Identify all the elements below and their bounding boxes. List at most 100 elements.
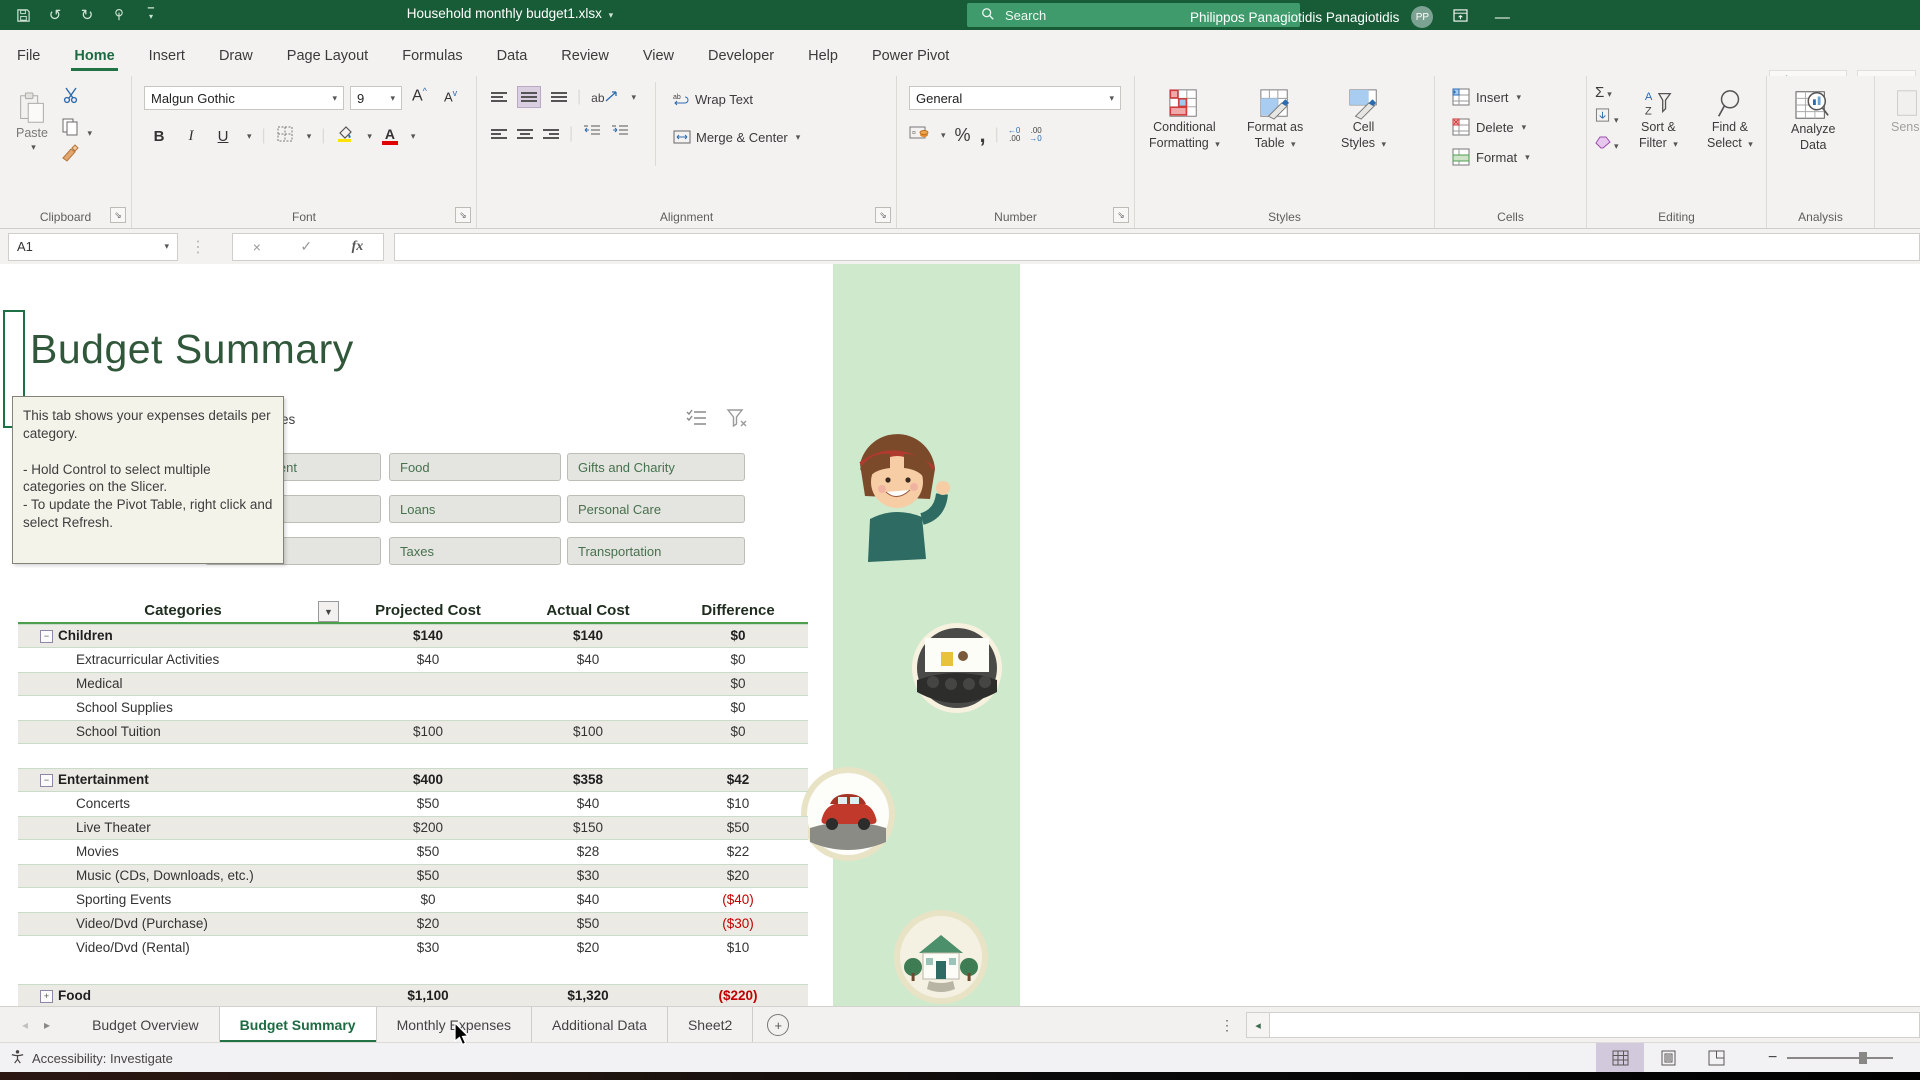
align-left-icon[interactable]: [491, 127, 507, 141]
delete-cells-button[interactable]: Delete▾: [1445, 114, 1532, 140]
decrease-font-button[interactable]: Av: [444, 88, 457, 104]
sheet-tab-sheet2[interactable]: Sheet2: [668, 1007, 753, 1043]
slicer-button-gifts-and-charity[interactable]: Gifts and Charity: [567, 453, 745, 481]
paste-button[interactable]: Paste ▾: [8, 84, 56, 153]
tab-insert[interactable]: Insert: [132, 48, 202, 76]
name-box[interactable]: A1▾: [8, 233, 178, 261]
horizontal-scrollbar[interactable]: ◂: [1246, 1012, 1920, 1038]
page-break-preview-button[interactable]: [1692, 1043, 1740, 1073]
increase-decimal-button[interactable]: ←0.00: [1008, 127, 1020, 143]
analyze-data-button[interactable]: Analyze Data: [1783, 80, 1843, 153]
slicer-clear-filter-icon[interactable]: [726, 408, 748, 433]
underline-button[interactable]: U: [212, 128, 234, 145]
tab-home[interactable]: Home: [57, 48, 131, 76]
alignment-dialog-launcher[interactable]: ⇘: [875, 207, 891, 223]
percent-style-button[interactable]: %: [955, 125, 971, 146]
tab-formulas[interactable]: Formulas: [385, 48, 479, 76]
formula-input[interactable]: [394, 233, 1920, 261]
insert-function-button[interactable]: fx: [352, 239, 364, 255]
copy-button[interactable]: ▾: [60, 116, 92, 141]
tabbar-more-icon[interactable]: ⋮: [1220, 1017, 1234, 1034]
expand-toggle[interactable]: +: [40, 990, 53, 1003]
scroll-left-icon[interactable]: ◂: [1247, 1013, 1270, 1037]
font-dialog-launcher[interactable]: ⇘: [455, 207, 471, 223]
font-name-combo[interactable]: Malgun Gothic▾: [144, 86, 344, 110]
conditional-formatting-button[interactable]: Conditional Formatting ▾: [1141, 80, 1228, 151]
number-format-combo[interactable]: General▾: [909, 86, 1121, 110]
tab-review[interactable]: Review: [544, 48, 626, 76]
cell-styles-button[interactable]: Cell Styles ▾: [1333, 80, 1394, 151]
font-size-combo[interactable]: 9▾: [350, 86, 402, 110]
avatar[interactable]: PP: [1411, 6, 1433, 28]
slicer-multiselect-icon[interactable]: [686, 408, 708, 433]
tab-page-layout[interactable]: Page Layout: [270, 48, 385, 76]
clear-button[interactable]: ▾: [1595, 135, 1619, 154]
bold-button[interactable]: B: [148, 128, 170, 145]
touch-mode-icon[interactable]: [110, 6, 128, 24]
accounting-format-icon[interactable]: ¤: [909, 125, 929, 146]
cut-button[interactable]: [62, 86, 80, 109]
autosum-button[interactable]: Σ▾: [1595, 84, 1619, 101]
tab-developer[interactable]: Developer: [691, 48, 791, 76]
tab-file[interactable]: File: [0, 48, 57, 76]
prev-sheet-icon[interactable]: ◂: [22, 1018, 28, 1032]
tab-view[interactable]: View: [626, 48, 691, 76]
next-sheet-icon[interactable]: ▸: [44, 1018, 50, 1032]
new-sheet-button[interactable]: +: [767, 1014, 789, 1036]
slicer-button-personal-care[interactable]: Personal Care: [567, 495, 745, 523]
tab-power-pivot[interactable]: Power Pivot: [855, 48, 966, 76]
document-title[interactable]: Household monthly budget1.xlsx ▾: [300, 6, 720, 21]
save-icon[interactable]: [14, 6, 32, 24]
align-center-icon[interactable]: [517, 127, 533, 141]
slicer-button-loans[interactable]: Loans: [389, 495, 561, 523]
increase-font-button[interactable]: A^: [412, 86, 427, 105]
enter-button[interactable]: ✓: [300, 238, 312, 255]
format-cells-button[interactable]: Format▾: [1445, 144, 1536, 170]
insert-cells-button[interactable]: Insert▾: [1445, 84, 1527, 110]
minimize-button[interactable]: —: [1487, 9, 1517, 26]
align-middle-icon[interactable]: [517, 86, 541, 108]
normal-view-button[interactable]: [1596, 1043, 1644, 1073]
tab-draw[interactable]: Draw: [202, 48, 270, 76]
sheet-tab-additional-data[interactable]: Additional Data: [532, 1007, 668, 1043]
format-as-table-button[interactable]: Format as Table ▾: [1239, 80, 1311, 151]
ribbon-display-options-icon[interactable]: [1445, 9, 1475, 26]
font-color-button[interactable]: A: [382, 128, 398, 145]
sheet-tab-budget-summary[interactable]: Budget Summary: [220, 1007, 377, 1043]
slicer-button-food[interactable]: Food: [389, 453, 561, 481]
align-right-icon[interactable]: [543, 127, 559, 141]
zoom-slider[interactable]: [1787, 1057, 1893, 1059]
cancel-button[interactable]: ×: [253, 239, 261, 255]
find-select-button[interactable]: Find & Select ▾: [1699, 80, 1761, 151]
sheet-tab-budget-overview[interactable]: Budget Overview: [72, 1007, 220, 1043]
number-dialog-launcher[interactable]: ⇘: [1113, 207, 1129, 223]
tab-data[interactable]: Data: [480, 48, 545, 76]
page-layout-view-button[interactable]: [1644, 1043, 1692, 1073]
clipboard-dialog-launcher[interactable]: ⇘: [110, 207, 126, 223]
fill-color-button[interactable]: [335, 124, 354, 148]
decrease-decimal-button[interactable]: .00→0: [1029, 127, 1041, 143]
format-painter-button[interactable]: [60, 144, 80, 171]
increase-indent-icon[interactable]: [611, 124, 629, 143]
wrap-text-button[interactable]: ab Wrap Text: [667, 86, 759, 112]
zoom-slider-handle[interactable]: [1859, 1052, 1867, 1064]
orientation-button[interactable]: ab: [591, 90, 618, 105]
italic-button[interactable]: I: [180, 128, 202, 145]
slicer-button-taxes[interactable]: Taxes: [389, 537, 561, 565]
borders-button[interactable]: [276, 125, 294, 148]
collapse-toggle[interactable]: −: [40, 630, 53, 643]
align-top-icon[interactable]: [491, 90, 507, 104]
redo-icon[interactable]: ↻: [78, 6, 96, 24]
decrease-indent-icon[interactable]: [583, 124, 601, 143]
collapse-toggle[interactable]: −: [40, 774, 53, 787]
customize-qat-icon[interactable]: ▔▾: [142, 6, 160, 24]
sort-filter-button[interactable]: AZ Sort & Filter ▾: [1631, 80, 1686, 151]
filter-dropdown-button[interactable]: ▼: [318, 601, 339, 622]
slicer-button-transportation[interactable]: Transportation: [567, 537, 745, 565]
merge-center-button[interactable]: Merge & Center ▾: [667, 124, 806, 150]
align-bottom-icon[interactable]: [551, 90, 567, 104]
undo-icon[interactable]: ↺: [46, 6, 64, 24]
tab-help[interactable]: Help: [791, 48, 855, 76]
fill-button[interactable]: ▾: [1595, 108, 1619, 128]
accessibility-status[interactable]: Accessibility: Investigate: [32, 1051, 173, 1066]
